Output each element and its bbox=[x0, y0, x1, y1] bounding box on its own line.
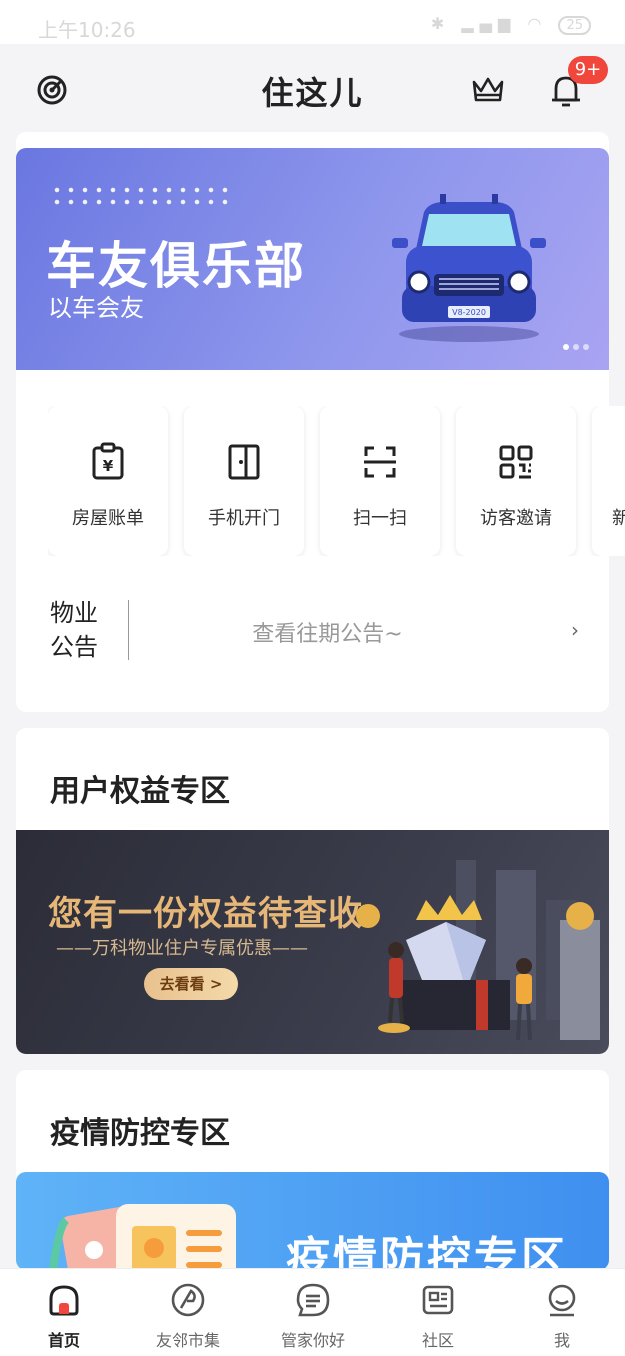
app-header: 住这儿 9+ bbox=[0, 44, 625, 134]
health-card-illustration bbox=[49, 1204, 236, 1270]
banner-dots-decoration bbox=[50, 184, 230, 208]
tile-visitor-invite[interactable]: 访客邀请 bbox=[456, 406, 576, 556]
tab-me[interactable]: 我 bbox=[512, 1281, 612, 1351]
epidemic-banner-title: 疫情防控专区 bbox=[286, 1233, 568, 1270]
tab-label: 社区 bbox=[421, 1331, 454, 1350]
home-icon bbox=[49, 1285, 79, 1316]
tile-label: 访客邀请 bbox=[480, 508, 552, 529]
signal-icon: ▂▄▆ bbox=[461, 14, 517, 33]
tab-butler[interactable]: 管家你好 bbox=[263, 1281, 363, 1351]
svg-text:¥: ¥ bbox=[103, 457, 114, 475]
banner-pager[interactable] bbox=[559, 335, 589, 354]
epidemic-banner[interactable]: 疫情防控专区 bbox=[16, 1172, 609, 1270]
profile-icon bbox=[548, 1284, 576, 1317]
notice-text: 查看往期公告~ bbox=[252, 622, 403, 647]
community-icon bbox=[422, 1285, 454, 1315]
tab-label: 我 bbox=[553, 1331, 570, 1350]
rights-banner-title: 您有一份权益待查收 bbox=[48, 894, 363, 934]
notice-divider bbox=[128, 600, 129, 660]
bottom-tab-bar: 首页 友邻市集 管家你好 社区 我 bbox=[0, 1268, 625, 1356]
rights-banner[interactable]: 您有一份权益待查收 ——万科物业住户专属优惠—— 去看看 > bbox=[16, 830, 609, 1054]
notice-label: 物业 公告 bbox=[50, 596, 110, 664]
notice-label-line2: 公告 bbox=[50, 633, 98, 661]
bluetooth-icon: ✱ bbox=[430, 14, 451, 33]
scan-icon bbox=[364, 446, 396, 478]
epidemic-section: 疫情防控专区 疫情防控专区 bbox=[16, 1070, 609, 1270]
notification-badge: 9+ bbox=[568, 56, 608, 84]
property-notice[interactable]: 物业 公告 查看往期公告~ › bbox=[16, 580, 609, 680]
tab-label: 首页 bbox=[47, 1331, 80, 1350]
chat-icon bbox=[296, 1283, 330, 1317]
banner-subtitle: 以车会友 bbox=[48, 294, 144, 322]
tab-market[interactable]: 友邻市集 bbox=[138, 1281, 238, 1351]
tile-label: 手机开门 bbox=[208, 508, 280, 529]
chevron-right-icon: › bbox=[571, 618, 579, 642]
crown-icon[interactable] bbox=[470, 74, 506, 106]
rights-section-title: 用户权益专区 bbox=[50, 774, 230, 809]
market-icon bbox=[171, 1283, 205, 1317]
tab-community[interactable]: 社区 bbox=[388, 1281, 488, 1351]
tile-scan[interactable]: 扫一扫 bbox=[320, 406, 440, 556]
tile-house-bill[interactable]: ¥ 房屋账单 bbox=[48, 406, 168, 556]
epidemic-section-title: 疫情防控专区 bbox=[50, 1116, 230, 1151]
bill-icon: ¥ bbox=[92, 442, 124, 480]
wifi-icon: ◠ bbox=[527, 14, 548, 33]
tab-home[interactable]: 首页 bbox=[14, 1281, 114, 1351]
go-see-button[interactable]: 去看看 > bbox=[144, 968, 238, 1000]
notice-label-line1: 物业 bbox=[50, 599, 98, 627]
tile-label: 新 bbox=[612, 508, 625, 529]
qrcode-icon bbox=[499, 445, 533, 479]
rights-section: 用户权益专区 您有一份权益待查收 ——万科物业住户专属优惠—— 去看看 > bbox=[16, 728, 609, 1054]
status-time: 上午10:26 bbox=[38, 18, 136, 42]
tab-label: 友邻市集 bbox=[155, 1331, 220, 1350]
car-illustration: V8-2020 bbox=[392, 194, 546, 342]
page-title: 住这儿 bbox=[261, 74, 364, 112]
status-icons: ✱ ▂▄▆ ◠ 25 bbox=[431, 14, 591, 35]
battery-icon: 25 bbox=[558, 16, 591, 35]
quick-actions: ¥ 房屋账单 手机开门 扫一扫 访客邀请 新 bbox=[48, 406, 625, 556]
tile-phone-door[interactable]: 手机开门 bbox=[184, 406, 304, 556]
pager-dot bbox=[563, 344, 569, 350]
license-plate-text: V8-2020 bbox=[452, 308, 486, 317]
car-club-banner[interactable]: 车友俱乐部 以车会友 V8-2020 bbox=[16, 148, 609, 370]
tile-more[interactable]: 新 bbox=[592, 406, 625, 556]
pager-dot bbox=[583, 344, 589, 350]
tab-label: 管家你好 bbox=[280, 1331, 345, 1350]
door-icon bbox=[228, 444, 260, 480]
gift-illustration bbox=[356, 860, 600, 1041]
rights-banner-subtitle: ——万科物业住户专属优惠—— bbox=[56, 938, 308, 959]
status-bar: 上午10:26 ✱ ▂▄▆ ◠ 25 bbox=[0, 0, 625, 44]
pager-dot bbox=[573, 344, 579, 350]
tile-label: 扫一扫 bbox=[353, 508, 407, 529]
tile-label: 房屋账单 bbox=[72, 508, 144, 529]
